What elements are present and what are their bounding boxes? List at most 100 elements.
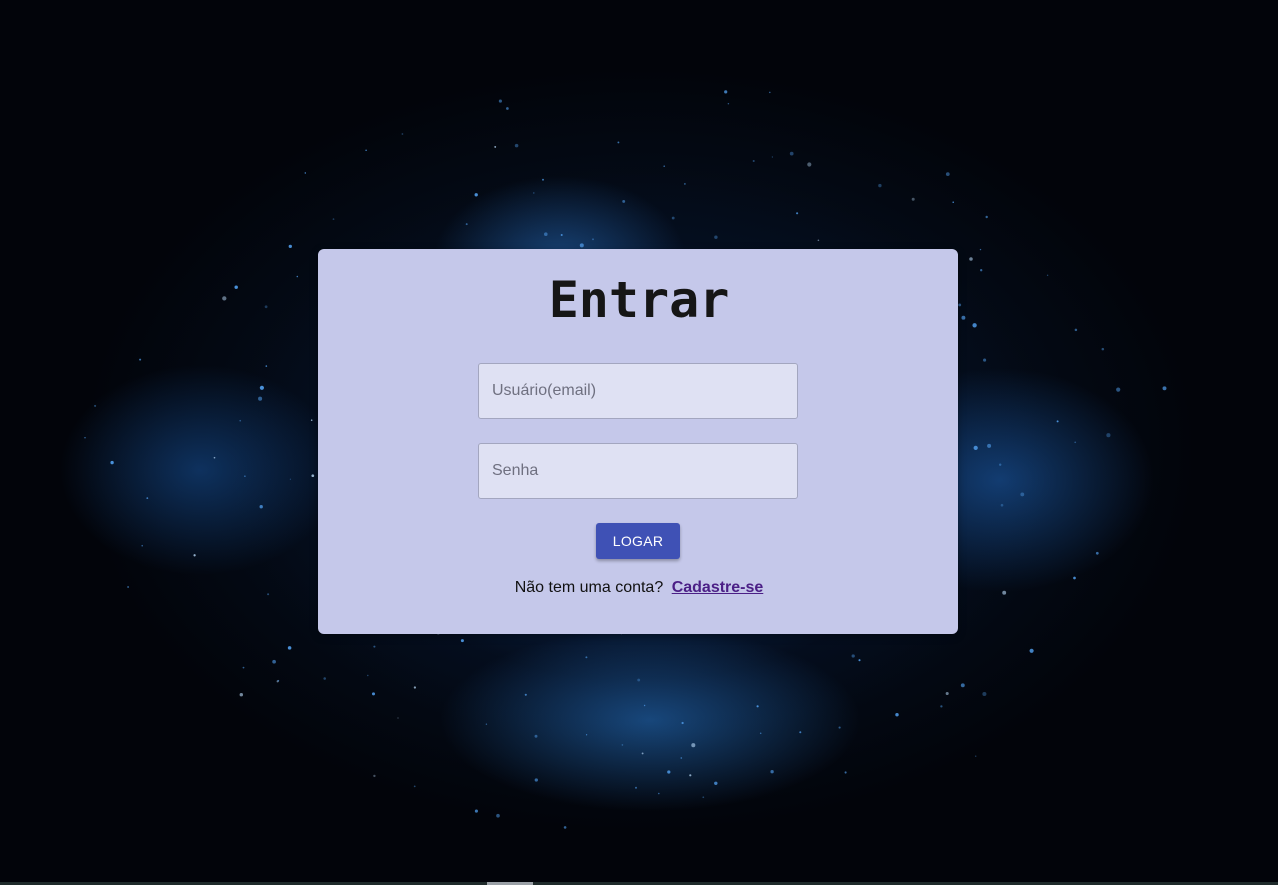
star-speck xyxy=(289,478,292,480)
star-speck xyxy=(311,474,315,478)
star-speck xyxy=(940,705,943,708)
star-speck xyxy=(304,172,307,174)
star-speck xyxy=(641,752,644,755)
star-speck xyxy=(259,505,263,509)
star-speck xyxy=(911,197,915,201)
star-speck xyxy=(585,734,588,736)
star-speck xyxy=(146,497,149,500)
star-speck xyxy=(974,755,977,757)
signup-link[interactable]: Cadastre-se xyxy=(672,579,764,596)
star-speck xyxy=(680,757,683,759)
star-speck xyxy=(287,646,292,650)
signup-row: Não tem uma conta? Cadastre-se xyxy=(0,578,1278,598)
star-speck xyxy=(851,654,855,658)
star-speck xyxy=(563,826,567,829)
star-speck xyxy=(817,239,820,242)
star-speck xyxy=(110,460,114,465)
login-button[interactable]: LOGAR xyxy=(596,523,680,559)
star-speck xyxy=(485,723,488,725)
star-speck xyxy=(498,99,502,103)
star-speck xyxy=(139,358,142,361)
star-speck xyxy=(789,151,794,156)
star-speck xyxy=(323,677,326,680)
star-speck xyxy=(534,778,538,782)
star-speck xyxy=(844,771,847,774)
star-speck xyxy=(239,692,244,697)
star-speck xyxy=(756,705,759,708)
star-speck xyxy=(1101,347,1105,351)
star-speck xyxy=(496,813,500,818)
star-speck xyxy=(413,785,416,788)
star-speck xyxy=(365,149,367,152)
star-speck xyxy=(1106,433,1111,438)
star-speck xyxy=(460,639,464,643)
star-speck xyxy=(945,172,950,176)
star-speck xyxy=(494,145,497,148)
star-speck xyxy=(771,156,774,158)
star-speck xyxy=(838,726,841,729)
star-speck xyxy=(807,162,812,167)
star-speck xyxy=(621,744,624,746)
star-speck xyxy=(242,666,245,669)
star-speck xyxy=(367,674,369,677)
star-speck xyxy=(84,437,86,439)
star-speck xyxy=(702,796,705,799)
star-speck xyxy=(987,443,992,448)
star-speck xyxy=(945,691,949,696)
star-speck xyxy=(691,743,696,748)
star-speck xyxy=(1029,648,1034,653)
signup-prompt: Não tem uma conta? xyxy=(514,579,664,596)
star-speck xyxy=(643,704,646,707)
star-speck xyxy=(985,215,988,219)
star-speck xyxy=(1162,386,1167,391)
star-speck xyxy=(239,419,242,422)
star-speck xyxy=(474,809,478,813)
page-title: Entrar xyxy=(548,271,730,329)
star-speck xyxy=(1020,492,1025,497)
star-speck xyxy=(637,678,641,682)
star-speck xyxy=(371,692,376,696)
star-speck xyxy=(952,201,954,204)
star-speck xyxy=(671,216,675,220)
star-speck xyxy=(999,463,1002,466)
star-speck xyxy=(684,183,686,185)
star-speck xyxy=(310,419,313,421)
star-speck xyxy=(858,659,861,662)
star-speck xyxy=(560,233,563,237)
star-speck xyxy=(878,183,882,188)
star-speck xyxy=(332,218,335,220)
star-speck xyxy=(895,712,899,717)
star-speck xyxy=(397,717,399,719)
star-speck xyxy=(1095,551,1099,555)
star-speck xyxy=(752,159,755,163)
star-speck xyxy=(617,141,620,144)
star-speck xyxy=(714,781,718,786)
star-speck xyxy=(657,792,660,795)
star-speck xyxy=(769,91,771,94)
username-input[interactable] xyxy=(478,363,798,419)
star-speck xyxy=(244,475,246,477)
star-speck xyxy=(982,691,987,697)
star-speck xyxy=(265,365,268,367)
star-speck xyxy=(259,385,264,390)
star-speck xyxy=(799,731,802,734)
star-speck xyxy=(973,445,978,451)
star-speck xyxy=(141,544,143,547)
star-speck xyxy=(727,102,730,105)
star-speck xyxy=(401,133,404,135)
star-speck xyxy=(1000,503,1004,507)
star-speck xyxy=(534,734,538,738)
star-speck xyxy=(960,683,965,688)
star-speck xyxy=(1056,420,1059,423)
star-speck xyxy=(622,199,626,203)
star-speck xyxy=(663,165,666,168)
star-speck xyxy=(276,680,279,683)
star-speck xyxy=(514,143,519,148)
star-speck xyxy=(979,248,982,251)
star-speck xyxy=(969,257,973,261)
password-input[interactable] xyxy=(478,443,798,499)
star-speck xyxy=(373,774,376,778)
star-speck xyxy=(724,90,728,94)
star-speck xyxy=(506,107,509,110)
star-speck xyxy=(524,693,527,696)
